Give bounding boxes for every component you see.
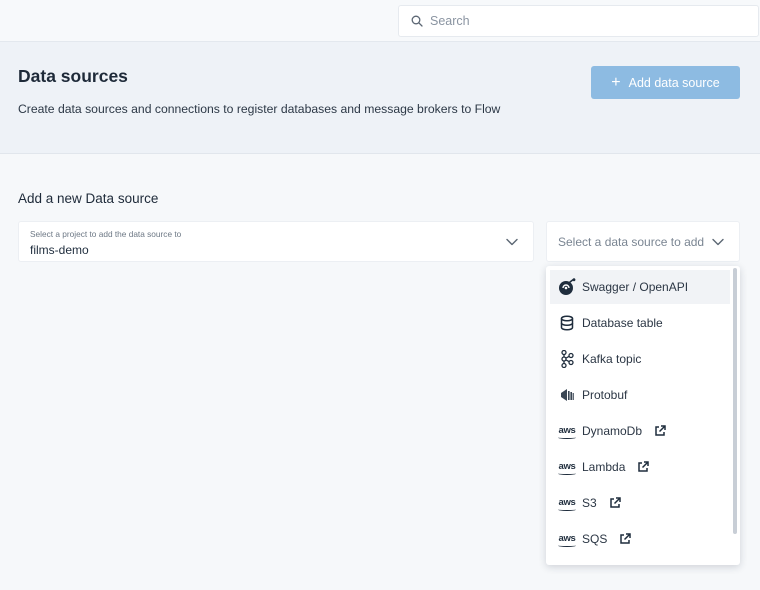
search-box[interactable] [398,5,759,37]
kafka-icon [558,350,576,368]
dropdown-item-label: Lambda [582,460,626,474]
project-select[interactable]: Select a project to add the data source … [18,221,534,262]
dropdown-item-database-table[interactable]: Database table [550,306,730,340]
aws-icon: aws [558,461,576,475]
aws-icon: aws [558,533,576,547]
external-link-icon [655,425,666,436]
add-data-source-button[interactable]: + Add data source [591,66,740,99]
dropdown-scrollbar[interactable] [733,268,737,534]
dropdown-item-label: Protobuf [582,388,628,402]
top-bar [0,0,760,42]
swagger-icon [558,278,576,296]
dropdown-item-dynamodb[interactable]: aws DynamoDb [550,414,730,448]
external-link-icon [609,497,621,508]
dropdown-item-label: Database table [582,316,663,330]
add-data-source-label: Add data source [628,75,720,90]
dropdown-item-swagger[interactable]: Swagger / OpenAPI [550,270,730,304]
dropdown-item-lambda[interactable]: aws Lambda [550,450,730,484]
dropdown-item-label: Kafka topic [582,352,642,366]
external-link-icon [620,533,632,544]
page-header: Data sources Create data sources and con… [0,42,760,154]
page-title: Data sources [18,66,128,86]
data-source-select[interactable]: Select a data source to add [546,221,740,262]
external-link-icon [638,461,650,472]
dropdown-item-s3[interactable]: aws S3 [550,486,730,520]
section-title: Add a new Data source [18,191,159,206]
project-select-value: films-demo [30,243,89,257]
dropdown-item-label: SQS [582,532,608,546]
dropdown-item-kafka-topic[interactable]: Kafka topic [550,342,730,376]
dropdown-item-sqs[interactable]: aws SQS [550,522,730,556]
data-source-select-placeholder: Select a data source to add [558,235,705,249]
dropdown-item-label: Swagger / OpenAPI [582,280,689,294]
database-icon [558,314,576,332]
plus-icon: + [611,73,621,91]
search-icon [411,15,423,27]
page-subtitle: Create data sources and connections to r… [18,102,501,116]
dropdown-item-label: DynamoDb [582,424,643,438]
dropdown-item-protobuf[interactable]: Protobuf [550,378,730,412]
project-select-hint: Select a project to add the data source … [30,229,182,239]
aws-icon: aws [558,425,576,439]
search-input[interactable] [430,14,730,28]
chevron-down-icon [712,238,724,246]
protobuf-icon [558,386,576,404]
chevron-down-icon [506,238,518,246]
dropdown-item-label: S3 [582,496,597,510]
aws-icon: aws [558,497,576,511]
data-source-dropdown: Swagger / OpenAPI Database table Kafka t… [546,266,740,565]
